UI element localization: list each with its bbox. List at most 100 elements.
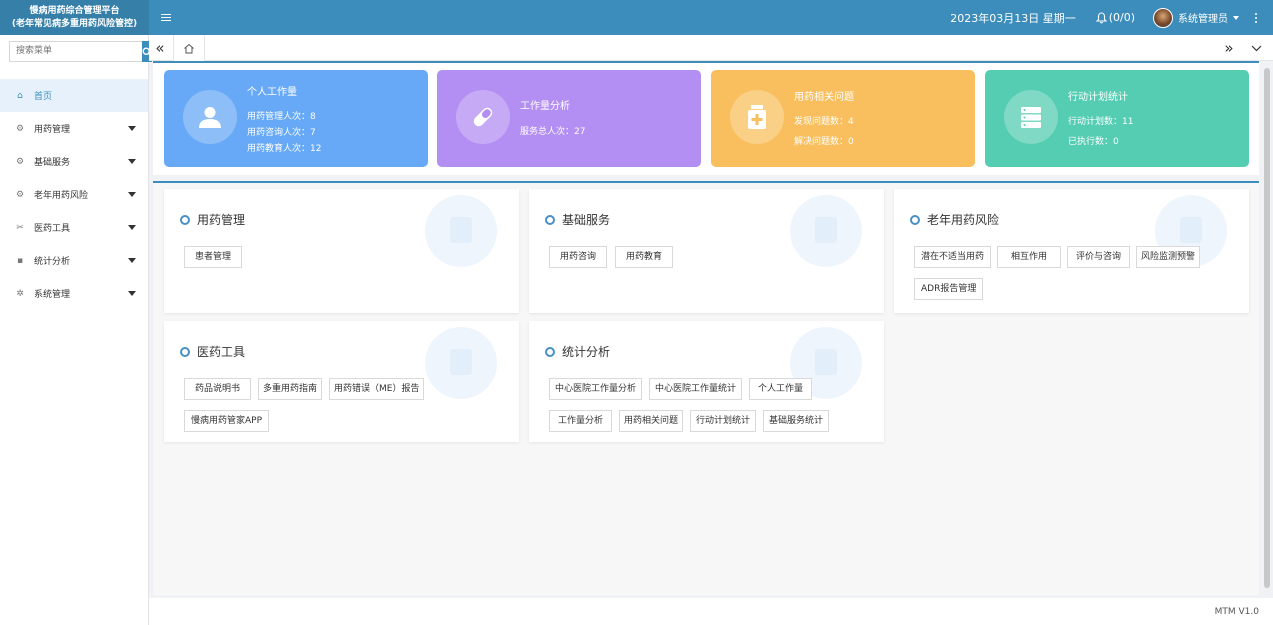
module-buttons: 中心医院工作量分析 中心医院工作量统计 个人工作量 工作量分析 用药相关问题 行… [549, 378, 860, 432]
module-elderly-risk: 老年用药风险 潜在不适当用药 相互作用 评价与咨询 风险监测预警 ADR报告管理 [894, 189, 1249, 313]
sidebar-item-elderly-risk[interactable]: ⚙ 老年用药风险 [0, 178, 148, 211]
central-hospital-analysis-button[interactable]: 中心医院工作量分析 [549, 378, 643, 400]
sidebar-item-statistics[interactable]: ▪ 统计分析 [0, 244, 148, 277]
stat-line: 发现问题数：4 [794, 117, 854, 127]
medication-consultation-button[interactable]: 用药咨询 [549, 246, 608, 268]
bell-icon [1095, 11, 1107, 23]
search-input[interactable] [9, 41, 142, 62]
scrollbar[interactable] [1264, 68, 1270, 596]
interaction-button[interactable]: 相互作用 [997, 246, 1062, 268]
stat-title: 个人工作量 [247, 87, 297, 98]
modules-panel: 用药管理 患者管理 基础服务 用药咨询 用药教育 老年用药风险 潜在不适当用药 … [153, 181, 1259, 595]
more-options-icon[interactable] [1253, 12, 1259, 23]
inappropriate-medication-button[interactable]: 潜在不适当用药 [914, 246, 992, 268]
stat-line: 用药管理人次：8 [247, 112, 316, 122]
current-date: 2023年03月13日 星期一 [950, 11, 1076, 25]
tab-home[interactable] [173, 35, 205, 61]
module-medical-tools: 医药工具 药品说明书 多重用药指南 用药错误（ME）报告 慢病用药管家APP [164, 321, 519, 442]
chevron-down-icon [1233, 15, 1239, 20]
action-plan-statistics-button[interactable]: 行动计划统计 [690, 410, 757, 432]
sidebar-item-system-management[interactable]: ✲ 系统管理 [0, 277, 148, 310]
sidebar: ⌂ 首页 ⚙ 用药管理 ⚙ 基础服务 ⚙ 老年用药风险 ✂ 医药工具 ▪ 统计分… [0, 35, 152, 625]
sidebar-item-label: 老年用药风险 [34, 191, 89, 201]
settings-icon: ✲ [16, 288, 24, 299]
notification-button[interactable]: (0/0) [1095, 11, 1135, 24]
sidebar-item-home[interactable]: ⌂ 首页 [0, 79, 148, 112]
tabs-dropdown-icon[interactable] [1245, 35, 1267, 61]
scroll-tabs-left-icon[interactable]: « [149, 35, 171, 61]
sidebar-item-medication-management[interactable]: ⚙ 用药管理 [0, 112, 148, 145]
module-header: 医药工具 [180, 343, 245, 360]
home-icon: ⌂ [17, 90, 23, 101]
drug-instructions-button[interactable]: 药品说明书 [184, 378, 252, 400]
stat-card-workload-analysis[interactable]: 工作量分析 服务总人次：27 [437, 70, 701, 167]
sidebar-item-label: 医药工具 [34, 224, 71, 234]
medication-problems-button[interactable]: 用药相关问题 [619, 410, 684, 432]
module-medication-management: 用药管理 患者管理 [164, 189, 519, 313]
stat-card-medication-problems[interactable]: 用药相关问题 发现问题数：4 解决问题数：0 [711, 70, 975, 167]
bullet-ring-icon [180, 214, 190, 225]
avatar [1153, 7, 1173, 28]
polypharmacy-guide-button[interactable]: 多重用药指南 [258, 378, 323, 400]
pill-icon [456, 90, 510, 144]
gear-icon: ⚙ [15, 123, 25, 134]
sidebar-item-medical-tools[interactable]: ✂ 医药工具 [0, 211, 148, 244]
server-icon [1004, 90, 1058, 144]
bullet-ring-icon [545, 214, 555, 225]
scroll-tabs-right-icon[interactable]: » [1218, 35, 1240, 61]
caret-down-icon [128, 258, 136, 263]
evaluation-consultation-button[interactable]: 评价与咨询 [1067, 246, 1131, 268]
caret-down-icon [128, 192, 136, 197]
module-statistics: 统计分析 中心医院工作量分析 中心医院工作量统计 个人工作量 工作量分析 用药相… [529, 321, 884, 442]
stat-card-action-plan[interactable]: 行动计划统计 行动计划数：11 已执行数：0 [985, 70, 1249, 167]
user-menu[interactable]: 系统管理员 [1153, 7, 1239, 28]
sidebar-item-basic-services[interactable]: ⚙ 基础服务 [0, 145, 148, 178]
medication-error-report-button[interactable]: 用药错误（ME）报告 [329, 378, 425, 400]
sidebar-toggle-icon[interactable] [161, 9, 179, 27]
app-title: 慢病用药综合管理平台 [29, 5, 120, 16]
module-buttons: 用药咨询 用药教育 [549, 246, 850, 268]
stat-line: 已执行数：0 [1068, 137, 1119, 147]
stat-title: 行动计划统计 [1068, 92, 1128, 103]
stat-title: 工作量分析 [520, 101, 570, 112]
gear-icon: ⚙ [15, 156, 25, 167]
stat-line: 行动计划数：11 [1068, 117, 1134, 127]
module-title: 用药管理 [197, 213, 246, 227]
home-icon [184, 43, 194, 53]
module-header: 基础服务 [545, 211, 610, 228]
sidebar-menu: ⌂ 首页 ⚙ 用药管理 ⚙ 基础服务 ⚙ 老年用药风险 ✂ 医药工具 ▪ 统计分… [0, 79, 148, 310]
bullet-ring-icon [910, 214, 920, 225]
app-subtitle: (老年常见病多重用药风险管控) [11, 18, 138, 29]
scrollbar-thumb[interactable] [1264, 68, 1270, 588]
adr-report-button[interactable]: ADR报告管理 [914, 278, 984, 300]
version-label: MTM V1.0 [1214, 607, 1259, 617]
stat-title: 用药相关问题 [794, 92, 854, 103]
module-header: 老年用药风险 [910, 211, 999, 228]
top-header: 慢病用药综合管理平台 (老年常见病多重用药风险管控) 2023年03月13日 星… [0, 0, 1273, 35]
app-brand: 慢病用药综合管理平台 (老年常见病多重用药风险管控) [0, 0, 149, 35]
patient-management-button[interactable]: 患者管理 [184, 246, 243, 268]
sidebar-item-label: 基础服务 [34, 158, 71, 168]
module-title: 老年用药风险 [927, 213, 1000, 227]
stat-line: 服务总人次：27 [520, 127, 586, 137]
module-buttons: 潜在不适当用药 相互作用 评价与咨询 风险监测预警 ADR报告管理 [914, 246, 1221, 300]
stat-line: 解决问题数：0 [794, 137, 854, 147]
module-buttons: 患者管理 [184, 246, 485, 268]
basic-service-statistics-button[interactable]: 基础服务统计 [763, 410, 830, 432]
caret-down-icon [128, 159, 136, 164]
menu-search [9, 41, 152, 62]
stats-panel: 个人工作量 用药管理人次：8 用药咨询人次：7 用药教育人次：12 工作量分析 … [153, 61, 1259, 175]
bullet-ring-icon [180, 346, 190, 357]
gear-icon: ⚙ [15, 189, 25, 200]
medication-education-button[interactable]: 用药教育 [615, 246, 674, 268]
risk-monitoring-button[interactable]: 风险监测预警 [1136, 246, 1201, 268]
chronic-medication-app-button[interactable]: 慢病用药管家APP [184, 410, 270, 432]
caret-down-icon [128, 291, 136, 296]
workload-analysis-button[interactable]: 工作量分析 [549, 410, 613, 432]
stat-card-personal-workload[interactable]: 个人工作量 用药管理人次：8 用药咨询人次：7 用药教育人次：12 [164, 70, 428, 167]
personal-workload-button[interactable]: 个人工作量 [749, 378, 813, 400]
central-hospital-statistics-button[interactable]: 中心医院工作量统计 [649, 378, 743, 400]
bullet-ring-icon [545, 346, 555, 357]
module-title: 基础服务 [562, 213, 611, 227]
user-name: 系统管理员 [1178, 14, 1228, 25]
